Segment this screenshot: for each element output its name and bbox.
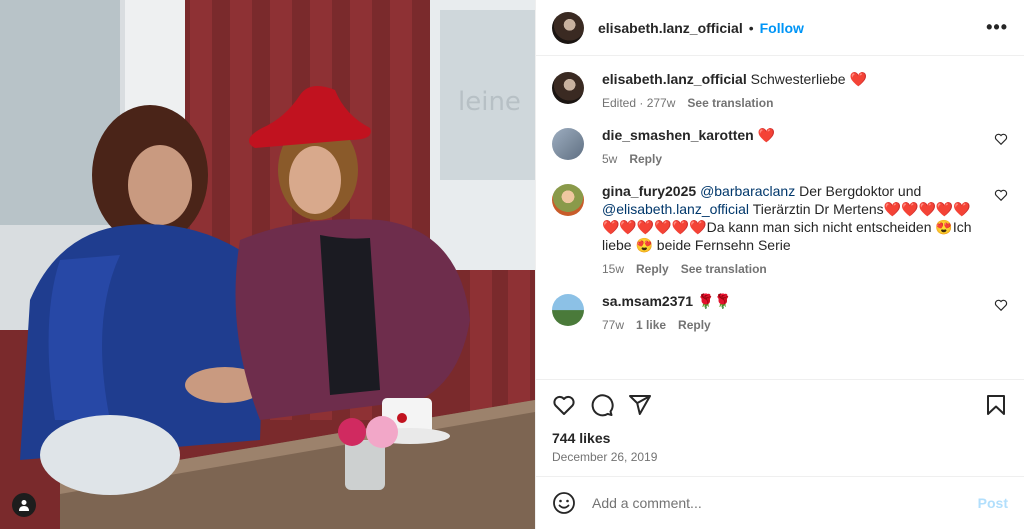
reply-button[interactable]: Reply [636, 260, 669, 278]
commenter-avatar[interactable] [552, 184, 584, 216]
caption-translate-button[interactable]: See translation [687, 94, 773, 112]
post-photo: leine [0, 0, 535, 529]
bookmark-icon[interactable] [984, 393, 1008, 417]
post-header: elisabeth.lanz_official • Follow ••• [536, 0, 1024, 56]
share-icon[interactable] [628, 393, 652, 417]
caption-edited: Edited · 277w [602, 96, 676, 110]
user-tag-icon [19, 500, 29, 511]
post-side-panel: elisabeth.lanz_official • Follow ••• eli… [535, 0, 1024, 529]
commenter-avatar[interactable] [552, 128, 584, 160]
user-tag-button[interactable] [12, 493, 36, 517]
comment-username[interactable]: gina_fury2025 [602, 183, 696, 199]
comment-text: Der Bergdoktor und [799, 183, 922, 199]
reply-button[interactable]: Reply [678, 316, 711, 334]
comment-text: 🌹🌹 [696, 293, 732, 309]
follow-button[interactable]: Follow [760, 20, 804, 36]
caption-text: Schwesterliebe [750, 71, 846, 87]
action-bar [536, 380, 1024, 430]
comment: die_smashen_karotten ❤️ 5w Reply [552, 126, 1008, 168]
caption-heart-emoji: ❤️ [849, 71, 867, 87]
comment-composer: Post [536, 477, 1024, 529]
comment-time: 77w [602, 318, 625, 332]
comment-text: ❤️ [757, 127, 776, 143]
emoji-icon[interactable] [552, 491, 576, 515]
comment-username[interactable]: sa.msam2371 [602, 293, 693, 309]
post-modal: leine elisabeth.lanz_official • Follow •… [0, 0, 1024, 529]
comment-time: 5w [602, 152, 618, 166]
comment-mention[interactable]: @elisabeth.lanz_official [602, 201, 749, 217]
post-date: December 26, 2019 [536, 446, 1024, 477]
heart-icon[interactable] [994, 188, 1008, 202]
header-separator: • [748, 19, 754, 36]
comment-input[interactable] [592, 495, 978, 511]
comments-list: elisabeth.lanz_official Schwesterliebe ❤… [536, 56, 1024, 380]
heart-icon[interactable] [994, 298, 1008, 312]
reply-button[interactable]: Reply [629, 150, 662, 168]
comment-icon[interactable] [590, 393, 614, 417]
heart-icon[interactable] [552, 393, 576, 417]
author-username[interactable]: elisabeth.lanz_official [598, 20, 743, 36]
comment-time: 15w [602, 262, 625, 276]
more-icon[interactable]: ••• [986, 17, 1008, 38]
comment-mention[interactable]: @barbaraclanz [700, 183, 795, 199]
caption: elisabeth.lanz_official Schwesterliebe ❤… [552, 70, 1008, 112]
comment: gina_fury2025 @barbaraclanz Der Bergdokt… [552, 182, 1008, 278]
comment: sa.msam2371 🌹🌹 77w 1 like Reply [552, 292, 1008, 334]
likes-count[interactable]: 744 likes [536, 430, 1024, 446]
caption-avatar[interactable] [552, 72, 584, 104]
svg-text:leine: leine [458, 87, 521, 117]
author-avatar[interactable] [552, 11, 584, 44]
caption-username[interactable]: elisabeth.lanz_official [602, 71, 747, 87]
comment-username[interactable]: die_smashen_karotten [602, 127, 754, 143]
translate-button[interactable]: See translation [681, 260, 767, 278]
heart-icon[interactable] [994, 132, 1008, 146]
commenter-avatar[interactable] [552, 294, 584, 326]
photo-scene: leine [0, 0, 535, 529]
comment-likes[interactable]: 1 like [636, 316, 666, 334]
post-button[interactable]: Post [978, 495, 1008, 511]
